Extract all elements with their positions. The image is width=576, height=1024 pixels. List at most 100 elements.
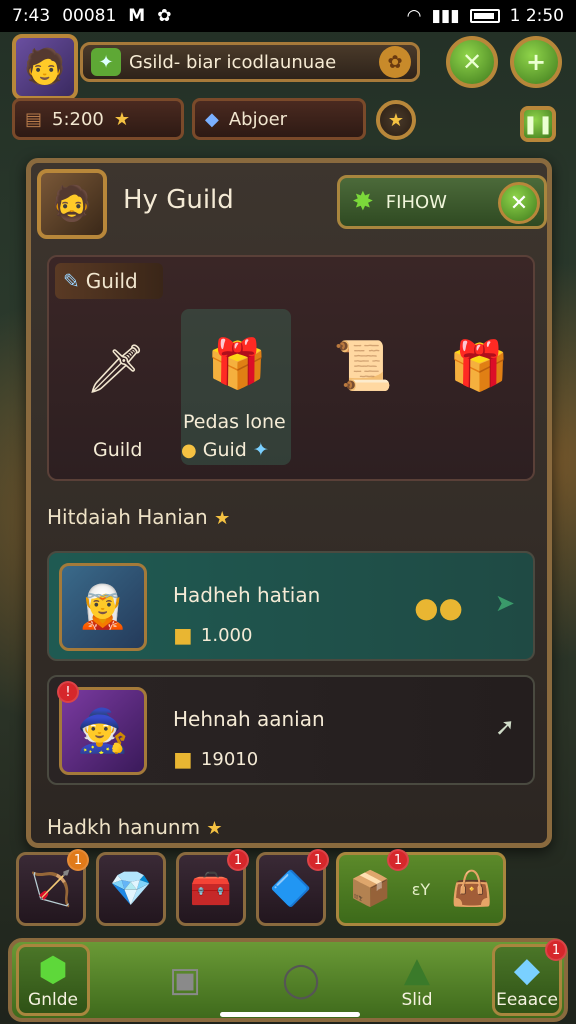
mage-portrait-icon: 🧙 xyxy=(76,706,130,755)
add-button[interactable]: + xyxy=(510,36,562,88)
guild-panel: 🧔 Hy Guild ✸ FIHOW ✕ ✎ Guild 🗡 Guild 🎁 P… xyxy=(26,158,552,848)
inventory-slot[interactable]: 🔷 1 xyxy=(256,849,329,926)
status-clock: 1 2:50 xyxy=(509,6,564,26)
follow-button[interactable]: ✸ FIHOW ✕ xyxy=(337,175,547,229)
slot-badge: 1 xyxy=(227,849,249,871)
crystal-icon: 💎 xyxy=(109,869,153,909)
guild-emblem-icon: ✦ xyxy=(91,48,121,76)
item-label-2: Pedas lone xyxy=(183,411,286,433)
inventory-bar: 🏹 1 💎 🧰 1 🔷 1 📦 ɛY 👜 1 xyxy=(16,848,560,930)
leader-portrait-icon: 🧔 xyxy=(50,184,94,224)
crossed-swords-icon: ✕ xyxy=(461,48,483,76)
follow-label: FIHOW xyxy=(385,191,447,213)
slot-badge: 1 xyxy=(307,849,329,871)
section-daily-title: Hitdaiah Hanian ★ xyxy=(47,505,231,529)
player-avatar[interactable]: 🧑 xyxy=(12,34,78,100)
chevron-right-icon[interactable]: ➤ xyxy=(495,589,515,617)
inventory-featured-slot[interactable]: 📦 ɛY 👜 1 xyxy=(336,849,506,926)
status-bar: 7:43 00081 M ✿ ◠ ▮▮▮ 1 2:50 xyxy=(0,0,576,32)
bottom-nav: ⬢ Gnlde ▣ ◯ ▲ Slid ◆ Eeaace 1 xyxy=(8,938,568,1022)
ring-icon: ◯ xyxy=(281,960,321,1000)
nav-label: Eeaace xyxy=(496,990,558,1010)
nav-label: Slid xyxy=(401,990,433,1010)
plus-icon: + xyxy=(525,48,547,76)
nav-ring[interactable]: ◯ xyxy=(256,942,346,1018)
slot-badge: 1 xyxy=(67,849,89,871)
bag-icon: 👜 xyxy=(450,869,493,909)
guild-badge-icon[interactable]: ✿ xyxy=(379,46,411,78)
nav-badge: 1 xyxy=(545,939,567,961)
guild-name: Gsild- biar icodlaunuae xyxy=(129,51,337,73)
chest-icon: 🧰 xyxy=(189,869,233,909)
guild-tag: ✎ Guild xyxy=(55,263,163,299)
crate-icon: 📦 xyxy=(349,869,392,909)
status-time: 7:43 xyxy=(12,6,51,26)
hero-portrait-icon: 🧑 xyxy=(23,47,67,87)
gold-cube-icon: ◼ xyxy=(173,745,193,773)
featured-label: ɛY xyxy=(411,879,431,899)
panel-title: Hy Guild xyxy=(123,185,234,215)
gold-star-icon: ★ xyxy=(387,109,405,131)
star-icon: ★ xyxy=(113,108,131,130)
notification-icon: M xyxy=(128,6,146,26)
coins-icon: ●● xyxy=(414,591,463,624)
scroll-icon[interactable]: 📜 xyxy=(315,317,411,413)
close-icon[interactable]: ✕ xyxy=(498,182,540,224)
arrow-icon: 🏹 xyxy=(29,869,73,909)
gold-counter[interactable]: ▤ 5:200 ★ xyxy=(12,98,184,140)
leaf-icon: ✸ xyxy=(352,187,374,217)
task-reward: ◼ 19010 xyxy=(173,745,259,773)
guild-items-box: ✎ Guild 🗡 Guild 🎁 Pedas lone ● Guid ✦ 📜 … xyxy=(47,255,535,481)
nav-guild[interactable]: ⬢ Gnlde xyxy=(16,944,90,1016)
gem-counter[interactable]: ◆ Abjoer xyxy=(192,98,366,140)
slot-badge: 1 xyxy=(387,849,409,871)
crystal-chest-icon[interactable]: 🎁 xyxy=(187,313,287,413)
guild-leader-avatar[interactable]: 🧔 xyxy=(37,169,107,239)
device-icon: ▣ xyxy=(168,960,202,1000)
star-button[interactable]: ★ xyxy=(376,100,416,140)
pause-icon: ❚❚ xyxy=(522,113,554,135)
gold-cube-icon: ◼ xyxy=(173,621,193,649)
nav-label: Gnlde xyxy=(28,990,78,1010)
inventory-slot[interactable]: 💎 xyxy=(96,852,166,926)
nav-slide[interactable]: ▲ Slid xyxy=(380,942,454,1018)
coin-icon: ● xyxy=(181,440,197,461)
nav-device[interactable]: ▣ xyxy=(148,942,222,1018)
inventory-slot[interactable]: 🏹 1 xyxy=(16,849,89,926)
warrior-portrait-icon: 🧝 xyxy=(76,582,130,631)
nav-cube[interactable]: ◆ Eeaace 1 xyxy=(492,939,567,1016)
wifi-icon: ◠ xyxy=(406,6,422,26)
battery-icon xyxy=(469,9,500,23)
task-row[interactable]: 🧙 ! Hehnah aanian ◼ 19010 ➚ xyxy=(47,675,535,785)
sparkle-icon: ✦ xyxy=(252,439,269,461)
task-name: Hehnah aanian xyxy=(173,707,325,731)
section-star-icon: ★ xyxy=(214,508,231,529)
cube-icon: ◆ xyxy=(513,950,541,990)
diamond-icon: ◆ xyxy=(205,108,219,130)
inventory-slot[interactable]: 🧰 1 xyxy=(176,849,249,926)
task-row[interactable]: 🧝 Hadheh hatian ◼ 1.000 ●● ➤ xyxy=(47,551,535,661)
feather-icon: ✎ xyxy=(63,269,80,293)
signal-icon: ▮▮▮ xyxy=(431,6,460,26)
spear-icon[interactable]: 🗡 xyxy=(61,313,171,423)
home-indicator[interactable] xyxy=(220,1012,360,1017)
wood-icon: ▤ xyxy=(25,108,43,130)
item-label-1: Guild xyxy=(93,439,143,461)
slide-icon: ▲ xyxy=(403,950,431,990)
settings-gear-icon: ✿ xyxy=(157,6,172,26)
gift-box-icon[interactable]: 🎁 xyxy=(431,317,527,413)
task-reward: ◼ 1.000 xyxy=(173,621,253,649)
chevron-right-icon[interactable]: ➚ xyxy=(495,713,515,741)
gem-green-icon: ⬢ xyxy=(38,950,68,990)
pause-button[interactable]: ❚❚ xyxy=(520,106,556,142)
guild-settings-button[interactable]: ✕ xyxy=(446,36,498,88)
task-portrait: 🧝 xyxy=(59,563,147,651)
gold-amount: 5:200 xyxy=(52,108,104,130)
guild-name-bar[interactable]: ✦ Gsild- biar icodlaunuae ✿ xyxy=(80,42,420,82)
gem-label: Abjoer xyxy=(228,108,288,130)
item-sub-label-2: ● Guid ✦ xyxy=(181,439,269,461)
section-weekly-title: Hadkh hanunm ★ xyxy=(47,815,223,839)
status-carrier: 00081 xyxy=(62,6,117,26)
guild-tag-label: Guild xyxy=(85,269,138,293)
section-star-icon: ★ xyxy=(206,818,223,839)
